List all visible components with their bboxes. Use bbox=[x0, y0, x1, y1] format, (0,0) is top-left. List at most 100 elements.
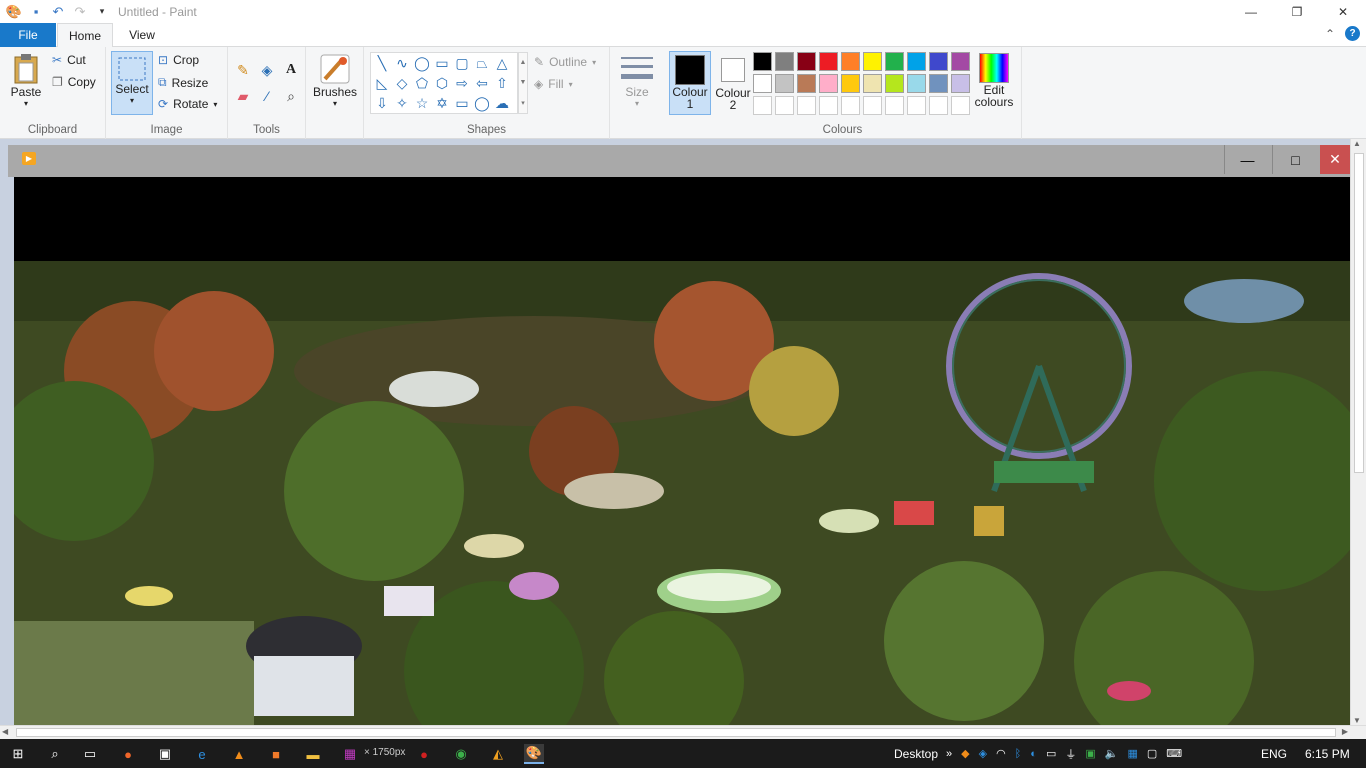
up-arrow-shape-icon[interactable]: ⇧ bbox=[493, 74, 511, 92]
palette-swatch[interactable] bbox=[885, 52, 904, 71]
colour2-button[interactable]: Colour 2 bbox=[713, 51, 753, 115]
rectangle-shape-icon[interactable]: ▭ bbox=[433, 54, 451, 72]
right-triangle-shape-icon[interactable]: ◺ bbox=[373, 74, 391, 92]
palette-swatch[interactable] bbox=[841, 96, 860, 115]
app-icon-orange[interactable]: ■ bbox=[266, 744, 286, 764]
desktop-toolbar[interactable]: Desktop bbox=[894, 739, 938, 768]
palette-swatch[interactable] bbox=[797, 96, 816, 115]
palette-swatch[interactable] bbox=[863, 52, 882, 71]
tab-home[interactable]: Home bbox=[57, 23, 113, 48]
palette-swatch[interactable] bbox=[885, 74, 904, 93]
colour-picker-icon[interactable]: ⁄ bbox=[258, 87, 276, 105]
left-arrow-shape-icon[interactable]: ⇦ bbox=[473, 74, 491, 92]
cloud-callout-icon[interactable]: ☁ bbox=[493, 94, 511, 112]
brushes-button[interactable]: Brushes ▾ bbox=[312, 53, 358, 108]
edit-colours-button[interactable]: Edit colours bbox=[974, 53, 1014, 108]
palette-swatch[interactable] bbox=[775, 52, 794, 71]
polygon-shape-icon[interactable]: ⏢ bbox=[473, 54, 491, 72]
palette-swatch[interactable] bbox=[863, 96, 882, 115]
palette-swatch[interactable] bbox=[929, 96, 948, 115]
four-point-star-icon[interactable]: ✧ bbox=[393, 94, 411, 112]
firefox-icon[interactable]: ● bbox=[118, 744, 138, 764]
bluetooth-icon[interactable]: ᛒ bbox=[1015, 748, 1022, 760]
palette-swatch[interactable] bbox=[819, 52, 838, 71]
keyboard-icon[interactable]: ⌨ bbox=[1166, 747, 1182, 760]
pencil-icon[interactable]: ✎ bbox=[234, 61, 252, 79]
palette-swatch[interactable] bbox=[819, 74, 838, 93]
diamond-shape-icon[interactable]: ◇ bbox=[393, 74, 411, 92]
save-icon[interactable]: ▪ bbox=[28, 4, 44, 20]
network-icon[interactable]: ▣ bbox=[1085, 747, 1095, 760]
palette-swatch[interactable] bbox=[885, 96, 904, 115]
magnifier-icon[interactable]: ⌕ bbox=[282, 87, 300, 105]
tab-view[interactable]: View bbox=[114, 23, 170, 47]
rotate-button[interactable]: ⟳ Rotate ▾ bbox=[158, 97, 217, 111]
update-icon[interactable]: ▦ bbox=[1127, 747, 1137, 760]
vertical-scrollbar[interactable]: ▲ ▼ bbox=[1350, 139, 1366, 725]
scroll-left-arrow-icon[interactable]: ◀ bbox=[2, 727, 8, 736]
help-icon[interactable]: ? bbox=[1345, 26, 1360, 41]
palette-swatch[interactable] bbox=[929, 52, 948, 71]
wifi-icon[interactable]: ◠ bbox=[996, 747, 1006, 760]
search-icon[interactable]: ⌕ bbox=[45, 744, 65, 764]
windows-start-icon[interactable]: ⊞ bbox=[8, 744, 28, 764]
clock[interactable]: 6:15 PM bbox=[1305, 739, 1350, 768]
collapse-ribbon-icon[interactable]: ⌃ bbox=[1325, 27, 1335, 41]
fill-button[interactable]: ◈ Fill ▾ bbox=[534, 77, 573, 91]
sync-icon[interactable]: ◐ bbox=[1030, 748, 1037, 760]
palette-swatch[interactable] bbox=[797, 74, 816, 93]
palette-swatch[interactable] bbox=[863, 74, 882, 93]
vertical-scroll-thumb[interactable] bbox=[1354, 153, 1364, 473]
triangle-shape-icon[interactable]: △ bbox=[493, 54, 511, 72]
rounded-rect-shape-icon[interactable]: ▢ bbox=[453, 54, 471, 72]
curve-shape-icon[interactable]: ∿ bbox=[393, 54, 411, 72]
palette-swatch[interactable] bbox=[929, 74, 948, 93]
action-icon[interactable]: ▢ bbox=[1147, 747, 1157, 760]
minimize-button[interactable]: — bbox=[1228, 0, 1274, 23]
palette-swatch[interactable] bbox=[753, 74, 772, 93]
scroll-up-icon[interactable]: ▲ bbox=[520, 59, 527, 66]
palette-swatch[interactable] bbox=[951, 74, 970, 93]
tab-file[interactable]: File bbox=[0, 23, 56, 47]
pasted-image[interactable]: ▶ — □ ✕ bbox=[8, 145, 1350, 725]
palette-swatch[interactable] bbox=[819, 96, 838, 115]
undo-icon[interactable]: ↶ bbox=[50, 4, 66, 20]
battery-icon[interactable]: ▭ bbox=[1046, 747, 1056, 760]
palette-swatch[interactable] bbox=[753, 96, 772, 115]
app-icon-color[interactable]: ▦ bbox=[340, 744, 360, 764]
hexagon-shape-icon[interactable]: ⬡ bbox=[433, 74, 451, 92]
vlc-icon[interactable]: ▲ bbox=[229, 744, 249, 764]
crop-button[interactable]: ⊡ Crop bbox=[158, 53, 199, 67]
close-button[interactable]: ✕ bbox=[1320, 0, 1366, 23]
eraser-icon[interactable]: ▰ bbox=[234, 87, 252, 105]
file-explorer-icon[interactable]: ▬ bbox=[303, 744, 323, 764]
tray-app-icon[interactable]: ◆ bbox=[961, 747, 969, 760]
palette-swatch[interactable] bbox=[775, 96, 794, 115]
five-point-star-icon[interactable]: ☆ bbox=[413, 94, 431, 112]
line-shape-icon[interactable]: ╲ bbox=[373, 54, 391, 72]
palette-swatch[interactable] bbox=[951, 96, 970, 115]
pentagon-shape-icon[interactable]: ⬠ bbox=[413, 74, 431, 92]
callout-oval-icon[interactable]: ◯ bbox=[473, 94, 491, 112]
canvas-area[interactable]: ▶ — □ ✕ bbox=[0, 139, 1350, 725]
task-view-icon[interactable]: ▭ bbox=[80, 744, 100, 764]
redo-icon[interactable]: ↷ bbox=[72, 4, 88, 20]
horizontal-scrollbar[interactable]: ◀ ▶ bbox=[0, 725, 1366, 739]
palette-swatch[interactable] bbox=[841, 74, 860, 93]
colour1-button[interactable]: Colour 1 bbox=[669, 51, 711, 115]
down-arrow-shape-icon[interactable]: ⇩ bbox=[373, 94, 391, 112]
palette-swatch[interactable] bbox=[951, 52, 970, 71]
scroll-more-icon[interactable]: ▾ bbox=[521, 99, 525, 107]
language-indicator[interactable]: ENG bbox=[1261, 739, 1287, 768]
usb-icon[interactable]: ⏚ bbox=[1065, 746, 1076, 762]
customize-qa-icon[interactable]: ▾ bbox=[94, 4, 110, 20]
palette-swatch[interactable] bbox=[753, 52, 772, 71]
palette-swatch[interactable] bbox=[907, 52, 926, 71]
size-button[interactable]: Size ▾ bbox=[618, 53, 656, 108]
paste-button[interactable]: Paste ▾ bbox=[6, 53, 46, 108]
volume-icon[interactable]: 🔈 bbox=[1105, 747, 1119, 760]
palette-swatch[interactable] bbox=[841, 52, 860, 71]
chevron-icon[interactable]: » bbox=[946, 748, 952, 760]
defender-icon[interactable]: ◈ bbox=[979, 747, 987, 760]
edge-icon[interactable]: e bbox=[192, 744, 212, 764]
